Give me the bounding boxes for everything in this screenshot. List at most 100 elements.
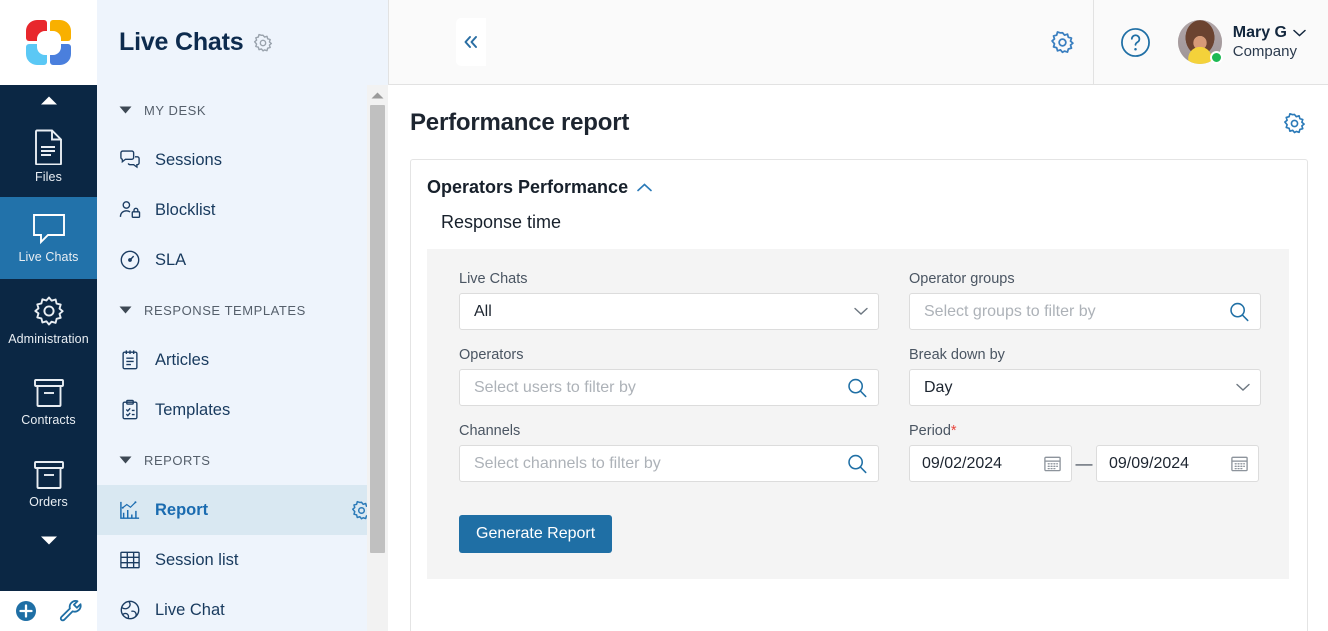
app-root: Files Live Chats Administration Contract… bbox=[0, 0, 1328, 631]
rail-scroll-down-button[interactable] bbox=[0, 525, 97, 555]
rail-item-label: Files bbox=[35, 169, 62, 184]
generate-report-button[interactable]: Generate Report bbox=[459, 515, 613, 553]
sidebar-item-report[interactable]: Report bbox=[97, 485, 388, 535]
panel-scrollbar[interactable] bbox=[367, 85, 388, 631]
operator-groups-field[interactable]: Select groups to filter by bbox=[909, 293, 1261, 330]
bar-chart-icon bbox=[119, 500, 141, 520]
rail-item-live-chats[interactable]: Live Chats bbox=[0, 197, 97, 279]
search-icon[interactable] bbox=[846, 453, 868, 475]
gauge-icon bbox=[119, 249, 141, 271]
rail-item-contracts[interactable]: Contracts bbox=[0, 361, 97, 443]
field-break-down-by: Break down by Day bbox=[909, 347, 1261, 406]
break-down-by-value: Day bbox=[924, 378, 953, 396]
sidebar-item-templates[interactable]: Templates bbox=[97, 385, 388, 435]
logo-mark-icon bbox=[25, 19, 72, 66]
caret-down-icon bbox=[119, 306, 132, 314]
chevron-down-icon bbox=[1236, 383, 1250, 392]
icon-rail: Files Live Chats Administration Contract… bbox=[0, 0, 97, 631]
section-header-operators-performance[interactable]: Operators Performance bbox=[411, 160, 1307, 198]
globe-chat-icon bbox=[119, 599, 141, 621]
field-label: Operator groups bbox=[909, 271, 1015, 287]
rail-bottom-bar bbox=[0, 591, 97, 631]
rail-item-label: Contracts bbox=[21, 412, 76, 427]
nav-group-response-templates[interactable]: RESPONSE TEMPLATES bbox=[97, 285, 388, 335]
plus-circle-icon[interactable] bbox=[15, 600, 37, 622]
field-operator-groups: Operator groups Select groups to filter … bbox=[909, 271, 1261, 330]
box-icon bbox=[33, 460, 65, 490]
user-menu[interactable]: Mary G Company bbox=[1177, 20, 1328, 64]
operators-input-placeholder: Select users to filter by bbox=[474, 378, 636, 396]
page-content: Performance report Operators Performance bbox=[388, 85, 1328, 631]
box-icon bbox=[33, 378, 65, 408]
chevron-up-icon[interactable] bbox=[637, 183, 652, 192]
rail-item-administration[interactable]: Administration bbox=[0, 279, 97, 361]
live-chats-select[interactable]: All bbox=[459, 293, 879, 330]
chat-bubble-icon bbox=[32, 213, 66, 245]
rail-scroll-up-button[interactable] bbox=[0, 85, 97, 115]
field-label: Channels bbox=[459, 423, 521, 439]
user-info: Mary G Company bbox=[1233, 23, 1306, 62]
user-org: Company bbox=[1232, 42, 1297, 60]
page-settings-button[interactable] bbox=[1283, 112, 1306, 135]
sidebar-item-label: Templates bbox=[155, 400, 231, 419]
calendar-icon[interactable] bbox=[1230, 454, 1249, 473]
clipboard-check-icon bbox=[119, 399, 141, 421]
scrollbar-thumb[interactable] bbox=[370, 105, 385, 553]
caret-down-icon bbox=[119, 106, 132, 114]
break-down-by-select[interactable]: Day bbox=[909, 369, 1261, 406]
sidebar-item-label: Sessions bbox=[155, 150, 222, 169]
question-circle-icon bbox=[1120, 27, 1151, 58]
field-label: Live Chats bbox=[459, 271, 528, 287]
channels-field[interactable]: Select channels to filter by bbox=[459, 445, 879, 482]
rail-item-label: Live Chats bbox=[18, 249, 79, 264]
user-name: Mary G bbox=[1232, 23, 1287, 41]
gear-icon bbox=[1050, 30, 1075, 55]
search-icon[interactable] bbox=[1228, 301, 1250, 323]
sidebar-item-label: SLA bbox=[155, 250, 187, 269]
sidebar-item-sessions[interactable]: Sessions bbox=[97, 135, 388, 185]
wrench-icon[interactable] bbox=[59, 599, 83, 623]
page-title: Performance report bbox=[410, 109, 630, 136]
main-area: Mary G Company Performance report Operat… bbox=[388, 0, 1328, 631]
period-from-value: 09/02/2024 bbox=[922, 454, 1003, 472]
field-live-chats: Live Chats All bbox=[459, 271, 879, 330]
chat-bubbles-icon bbox=[119, 150, 141, 170]
double-chevron-left-icon bbox=[462, 34, 480, 50]
sidebar-item-sla[interactable]: SLA bbox=[97, 235, 388, 285]
period-to-value: 09/09/2024 bbox=[1109, 454, 1190, 472]
nav-group-my-desk[interactable]: MY DESK bbox=[97, 85, 388, 135]
chevron-down-icon bbox=[1293, 29, 1306, 37]
gear-icon bbox=[33, 295, 65, 327]
filter-column-left: Live Chats All Operators Select users to… bbox=[459, 271, 879, 499]
form-actions: Generate Report bbox=[459, 515, 1261, 553]
rail-item-files[interactable]: Files bbox=[0, 115, 97, 197]
report-card: Operators Performance Response time Live… bbox=[410, 159, 1308, 631]
field-channels: Channels Select channels to filter by bbox=[459, 423, 879, 482]
sidebar-item-live-chat[interactable]: Live Chat bbox=[97, 585, 388, 631]
sidebar-item-session-list[interactable]: Session list bbox=[97, 535, 388, 585]
rail-item-orders[interactable]: Orders bbox=[0, 443, 97, 525]
sidebar-item-blocklist[interactable]: Blocklist bbox=[97, 185, 388, 235]
field-label: Period* bbox=[909, 423, 1261, 439]
nav-group-reports[interactable]: REPORTS bbox=[97, 435, 388, 485]
sidebar-item-label: Articles bbox=[155, 350, 210, 369]
nav-group-label: RESPONSE TEMPLATES bbox=[144, 302, 306, 318]
scrollbar-up-button[interactable] bbox=[367, 85, 388, 105]
operators-field[interactable]: Select users to filter by bbox=[459, 369, 879, 406]
period-from-input[interactable]: 09/02/2024 bbox=[909, 445, 1072, 482]
sidebar-item-articles[interactable]: Articles bbox=[97, 335, 388, 385]
app-logo[interactable] bbox=[0, 0, 97, 85]
field-label: Operators bbox=[459, 347, 524, 363]
period-separator: — bbox=[1075, 453, 1093, 473]
help-button[interactable] bbox=[1094, 27, 1178, 58]
gear-icon[interactable] bbox=[253, 33, 273, 53]
calendar-icon[interactable] bbox=[1043, 454, 1062, 473]
table-icon bbox=[119, 550, 141, 570]
period-to-input[interactable]: 09/09/2024 bbox=[1096, 445, 1259, 482]
user-lock-icon bbox=[119, 200, 141, 220]
rail-item-label: Orders bbox=[29, 494, 68, 509]
nav-group-label: REPORTS bbox=[144, 452, 211, 468]
search-icon[interactable] bbox=[846, 377, 868, 399]
topbar-settings-button[interactable] bbox=[1033, 30, 1093, 55]
collapse-panel-button[interactable] bbox=[456, 18, 486, 66]
